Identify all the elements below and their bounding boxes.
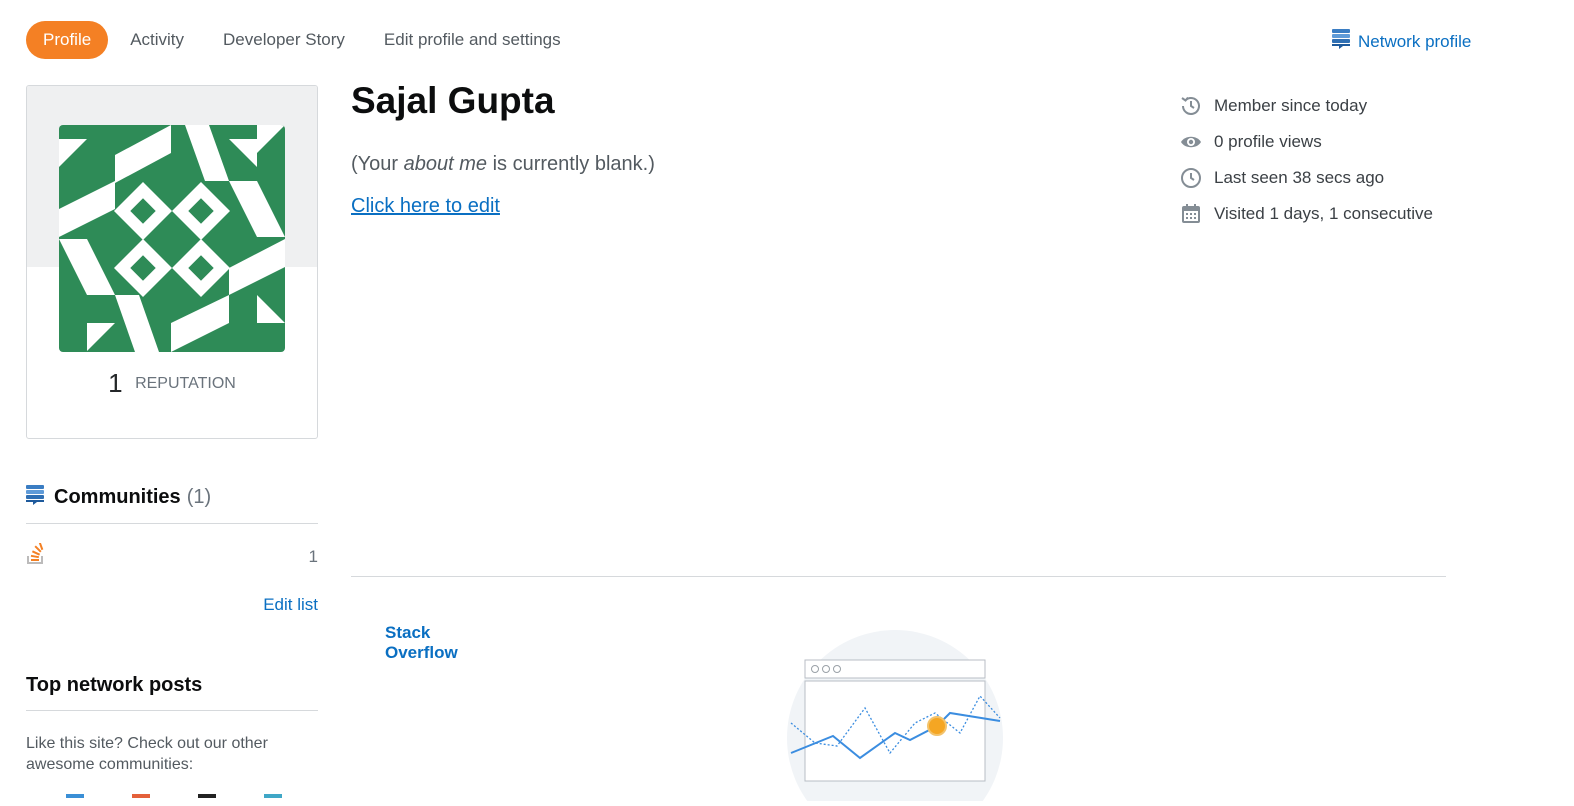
profile-stats: Member since today 0 profile views Last … [1178, 88, 1433, 232]
network-profile-link[interactable]: Network profile [1332, 29, 1471, 54]
edit-about-link[interactable]: Click here to edit [351, 195, 500, 218]
eye-icon [1178, 129, 1204, 155]
community-icon[interactable] [198, 794, 216, 798]
tab-activity[interactable]: Activity [113, 21, 201, 59]
community-icon[interactable] [264, 794, 282, 798]
profile-tabs: Profile Activity Developer Story Edit pr… [26, 20, 583, 60]
tab-profile[interactable]: Profile [26, 21, 109, 59]
community-reputation: 1 [308, 546, 318, 566]
calendar-icon [1178, 201, 1204, 227]
other-communities-prompt: Like this site? Check out our other awes… [26, 735, 268, 773]
profile-card: 1 REPUTATION [26, 85, 318, 439]
stat-text: Member since today [1214, 96, 1368, 115]
stat-text: Last seen 38 secs ago [1214, 168, 1385, 187]
community-icons [66, 794, 330, 798]
stat-member-since: Member since today [1178, 88, 1433, 124]
history-icon [1178, 93, 1204, 119]
tab-developer-story[interactable]: Developer Story [206, 21, 362, 59]
stat-visited: Visited 1 days, 1 consecutive [1178, 196, 1433, 232]
identicon-avatar[interactable] [59, 125, 285, 352]
reputation-value: 1 [108, 368, 123, 398]
communities-title: Communities [54, 486, 181, 508]
stack-exchange-icon [1332, 29, 1350, 54]
stat-text: 0 profile views [1214, 132, 1322, 151]
edit-list-link[interactable]: Edit list [26, 595, 318, 615]
stat-text: Visited 1 days, 1 consecutive [1214, 204, 1433, 223]
reputation: 1 REPUTATION [27, 368, 317, 399]
community-icon[interactable] [132, 794, 150, 798]
communities-count: (1) [186, 486, 212, 508]
community-icon[interactable] [66, 794, 84, 798]
about-me: (Your about me is currently blank.) [351, 153, 655, 176]
stat-profile-views: 0 profile views [1178, 124, 1433, 160]
community-item[interactable]: Stack Overflow 1 [26, 541, 458, 662]
stack-exchange-icon [26, 485, 44, 510]
about-suffix: is currently blank.) [487, 153, 655, 175]
section-divider [351, 576, 1446, 577]
tab-edit-profile[interactable]: Edit profile and settings [367, 21, 578, 59]
stack-overflow-icon [26, 541, 46, 570]
about-emphasis: about me [403, 153, 488, 175]
activity-illustration [785, 628, 1005, 806]
network-profile-label: Network profile [1358, 31, 1472, 51]
stat-last-seen: Last seen 38 secs ago [1178, 160, 1433, 196]
reputation-label: REPUTATION [135, 374, 236, 392]
about-prefix: (Your [351, 153, 404, 175]
communities-header: Communities (1) [26, 485, 318, 524]
user-display-name: Sajal Gupta [351, 80, 555, 121]
community-name[interactable]: Stack Overflow [385, 623, 458, 663]
clock-icon [1178, 165, 1204, 191]
top-network-posts-title: Top network posts [26, 674, 318, 711]
